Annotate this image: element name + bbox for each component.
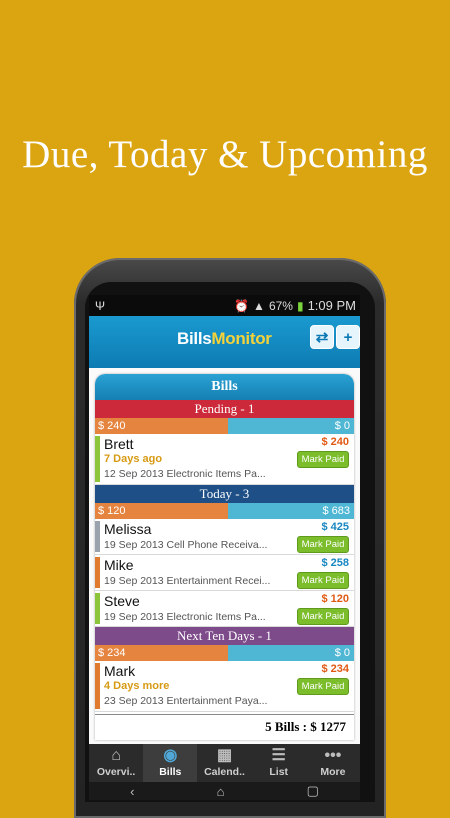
signal-icon: ▲	[253, 298, 265, 313]
summary-right: $ 0	[227, 645, 354, 661]
summary-left: $ 120	[95, 503, 228, 519]
bill-details: 19 Sep 2013 Entertainment Recei...	[104, 575, 270, 587]
summary-left: $ 240	[95, 418, 228, 434]
list-icon: ☰	[271, 747, 286, 764]
section-summary-bar: $ 234 $ 0	[95, 645, 354, 661]
category-stripe	[95, 557, 100, 588]
status-bar: Ψ ⏰ ▲ 67% ▮ 1:09 PM	[89, 295, 360, 316]
bill-details: 19 Sep 2013 Electronic Items Pa...	[104, 611, 266, 623]
bills-card: Bills Pending - 1 $ 240 $ 0 Brett 7 Days ago…	[95, 374, 354, 740]
bill-date: 19 Sep 2013	[104, 575, 164, 587]
section-summary-bar: $ 120 $ 683	[95, 503, 354, 519]
bill-date: 12 Sep 2013	[104, 468, 164, 480]
tab-overvi[interactable]: ⌂ Overvi..	[89, 744, 143, 782]
bill-details: 19 Sep 2013 Cell Phone Receiva...	[104, 539, 267, 551]
payee-name: Brett	[104, 436, 134, 452]
phone-screen: Ψ ⏰ ▲ 67% ▮ 1:09 PM BillsMonitor ⇄ + Bil…	[89, 295, 360, 800]
mark-paid-button[interactable]: Mark Paid	[297, 678, 349, 695]
mark-paid-button[interactable]: Mark Paid	[297, 536, 349, 553]
category-stripe	[95, 593, 100, 624]
sections-list: Pending - 1 $ 240 $ 0 Brett 7 Days ago 12 Sep…	[95, 400, 354, 712]
mark-paid-button[interactable]: Mark Paid	[297, 608, 349, 625]
more-icon: •••	[324, 747, 342, 764]
status-time: 1:09 PM	[307, 298, 356, 313]
bill-row[interactable]: Brett 7 Days ago 12 Sep 2013 Electronic It…	[95, 434, 354, 485]
bill-category: Entertainment	[166, 575, 232, 587]
payee-name: Mark	[104, 663, 136, 679]
section-header: Today - 3	[95, 485, 354, 503]
bill-row[interactable]: Mark 4 Days more 23 Sep 2013 Entertainment…	[95, 661, 354, 712]
tab-calend[interactable]: ▦ Calend..	[197, 744, 251, 782]
home-icon[interactable]: ⌂	[217, 784, 225, 799]
summary-left: $ 234	[95, 645, 228, 661]
calendar-icon: ▦	[216, 747, 233, 764]
tab-list[interactable]: ☰ List	[252, 744, 306, 782]
bill-date: 19 Sep 2013	[104, 539, 164, 551]
sync-icon: ⇄	[315, 329, 329, 346]
eye-icon: ◉	[163, 747, 178, 764]
tab-label: More	[320, 766, 346, 778]
bill-row[interactable]: Melissa 19 Sep 2013 Cell Phone Receiva...…	[95, 519, 354, 555]
bill-category: Electronic Items	[166, 468, 242, 480]
tab-bar: ⌂ Overvi.. ◉ Bills ▦ Calend.. ☰ List ••• More	[89, 744, 360, 782]
bills-total: 5 Bills : $ 1277	[95, 714, 354, 738]
bills-content: Bills Pending - 1 $ 240 $ 0 Brett 7 Days ago…	[89, 368, 360, 744]
payee-name: Steve	[104, 593, 140, 609]
bill-date: 23 Sep 2013	[104, 695, 164, 707]
bill-details: 23 Sep 2013 Entertainment Paya...	[104, 695, 267, 707]
category-stripe	[95, 436, 100, 482]
add-bill-button[interactable]: +	[336, 325, 360, 349]
headline: Due, Today & Upcoming	[22, 133, 428, 176]
mark-paid-button[interactable]: Mark Paid	[297, 572, 349, 589]
bill-status: Pa...	[244, 468, 266, 480]
payee-name: Mike	[104, 557, 134, 573]
recent-apps-icon[interactable]: ▢	[307, 783, 319, 799]
usb-icon: Ψ	[95, 298, 106, 313]
home-icon: ⌂	[111, 747, 121, 764]
payee-name: Melissa	[104, 521, 152, 537]
bill-row[interactable]: Mike 19 Sep 2013 Entertainment Recei... $ …	[95, 555, 354, 591]
bill-amount: $ 258	[321, 557, 349, 569]
section-header: Pending - 1	[95, 400, 354, 418]
app-bar: BillsMonitor ⇄ +	[89, 316, 360, 368]
bill-date: 19 Sep 2013	[104, 611, 164, 623]
bill-row[interactable]: Steve 19 Sep 2013 Electronic Items Pa... $…	[95, 591, 354, 627]
summary-right: $ 683	[227, 503, 354, 519]
bill-amount: $ 240	[321, 436, 349, 448]
bill-details: 12 Sep 2013 Electronic Items Pa...	[104, 468, 266, 480]
bill-amount: $ 425	[321, 521, 349, 533]
tab-label: Overvi..	[96, 766, 136, 778]
bill-amount: $ 234	[321, 663, 349, 675]
section-header: Next Ten Days - 1	[95, 627, 354, 645]
battery-icon: ▮	[296, 298, 304, 313]
alarm-icon: ⏰	[234, 298, 250, 313]
tab-bills[interactable]: ◉ Bills	[143, 744, 198, 782]
mark-paid-button[interactable]: Mark Paid	[297, 451, 349, 468]
bill-status: Paya...	[234, 695, 268, 707]
app-logo: BillsMonitor	[177, 329, 272, 348]
battery-percent: 67%	[268, 298, 293, 313]
category-stripe	[95, 663, 100, 709]
bill-category: Cell Phone	[166, 539, 218, 551]
system-nav-bar: ‹ ⌂ ▢	[89, 782, 360, 800]
bill-category: Entertainment	[166, 695, 232, 707]
add-icon: +	[343, 328, 353, 346]
bill-status: Pa...	[244, 611, 266, 623]
section-summary-bar: $ 240 $ 0	[95, 418, 354, 434]
tab-label: Bills	[159, 766, 182, 778]
category-stripe	[95, 521, 100, 552]
card-title: Bills	[95, 374, 354, 400]
days-label: 7 Days ago	[104, 453, 163, 465]
tab-label: List	[269, 766, 289, 778]
sync-button[interactable]: ⇄	[310, 325, 334, 349]
bill-category: Electronic Items	[166, 611, 242, 623]
summary-right: $ 0	[227, 418, 354, 434]
bill-status: Recei...	[234, 575, 271, 587]
tab-more[interactable]: ••• More	[306, 744, 360, 782]
bill-status: Receiva...	[220, 539, 268, 551]
days-label: 4 Days more	[104, 680, 170, 692]
bill-amount: $ 120	[321, 593, 349, 605]
tab-label: Calend..	[204, 766, 245, 778]
back-icon[interactable]: ‹	[130, 784, 134, 799]
